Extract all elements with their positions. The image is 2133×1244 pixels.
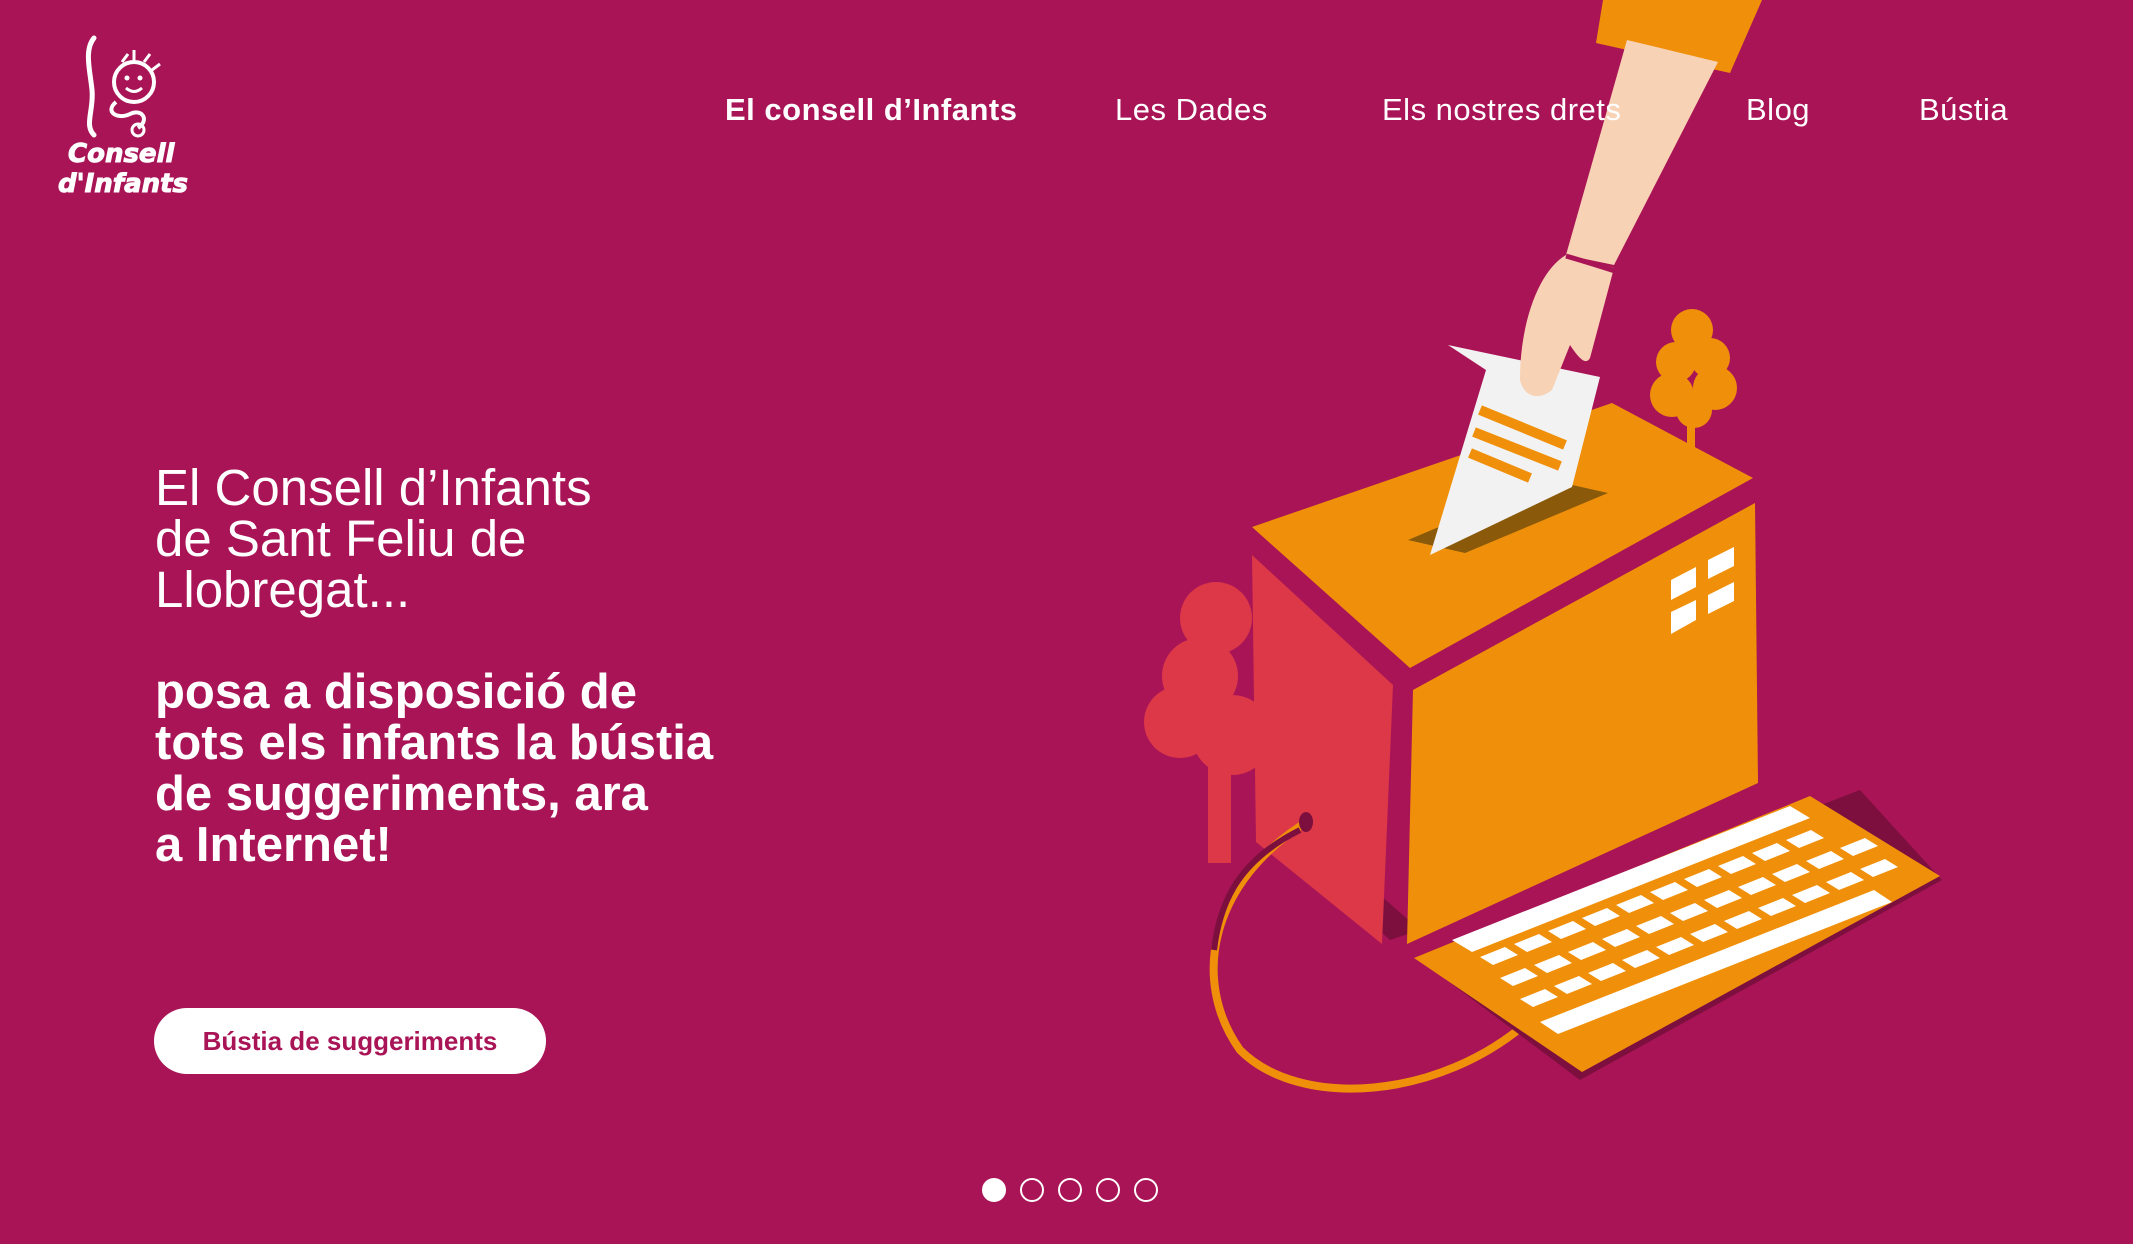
- bustia-suggeriments-button[interactable]: Bústia de suggeriments: [154, 1008, 546, 1074]
- main-nav: El consell d’Infants Les Dades Els nostr…: [0, 92, 2133, 134]
- carousel-dot[interactable]: [1058, 1178, 1082, 1202]
- nav-item-blog[interactable]: Blog: [1746, 92, 1810, 128]
- hero-headline-line: posa a disposició de: [155, 665, 637, 719]
- hero-headline-line: de suggeriments, ara: [155, 767, 648, 821]
- carousel-dot[interactable]: [982, 1178, 1006, 1202]
- hero-intro-line: de Sant Feliu de: [155, 510, 527, 567]
- hero-headline-line: a Internet!: [155, 818, 392, 872]
- nav-item-el-consell[interactable]: El consell d’Infants: [725, 92, 1018, 128]
- hero-intro-line: El Consell d’Infants: [155, 459, 592, 516]
- hero-intro: El Consell d’Infants de Sant Feliu de Ll…: [155, 462, 855, 615]
- carousel-dot[interactable]: [1020, 1178, 1044, 1202]
- hero-page: Consell d'Infants El consell d’Infants L…: [0, 0, 2133, 1244]
- hero-headline: posa a disposició de tots els infants la…: [155, 667, 915, 871]
- carousel-dot[interactable]: [1134, 1178, 1158, 1202]
- hero-intro-line: Llobregat...: [155, 561, 411, 618]
- nav-item-els-nostres-drets[interactable]: Els nostres drets: [1382, 92, 1621, 128]
- hero-headline-line: tots els infants la bústia: [155, 716, 714, 770]
- nav-item-bustia[interactable]: Bústia: [1919, 92, 2008, 128]
- nav-item-les-dades[interactable]: Les Dades: [1115, 92, 1268, 128]
- logo-line-2: d'Infants: [58, 169, 188, 199]
- logo-line-1: Consell: [68, 139, 175, 169]
- carousel-dot[interactable]: [1096, 1178, 1120, 1202]
